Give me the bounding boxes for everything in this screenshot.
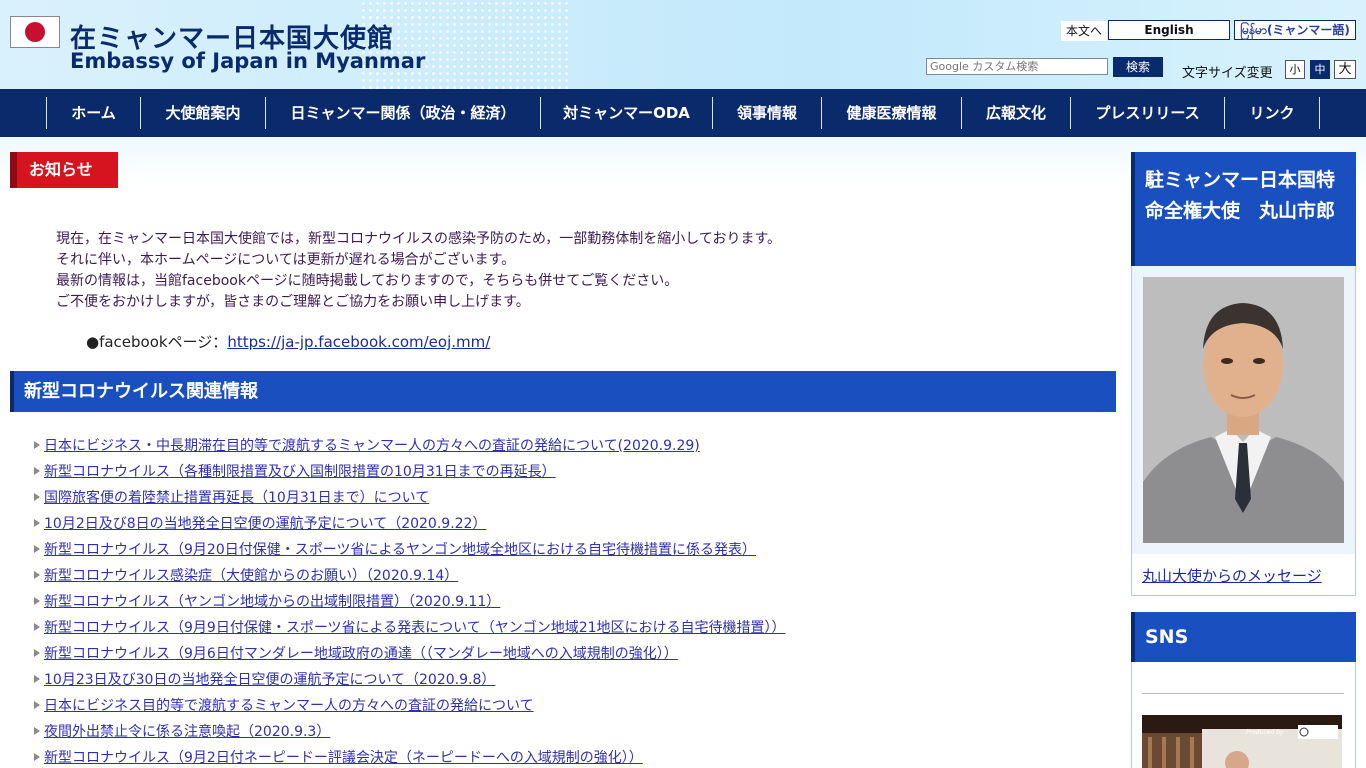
video-caption-text: Produced by	[1246, 729, 1284, 736]
bullet-arrow-icon	[34, 571, 40, 579]
nav-item-relations[interactable]: 日ミャンマー関係（政治・経済）	[265, 97, 540, 129]
facebook-link[interactable]: https://ja-jp.facebook.com/eoj.mm/	[227, 333, 490, 351]
list-item: 10月2日及び8日の当地発全日空便の運航予定について（2020.9.22）	[34, 510, 786, 536]
news-link[interactable]: 新型コロナウイルス（各種制限措置及び入国制限措置の10月31日までの再延長）	[44, 461, 556, 481]
list-item: 10月23日及び30日の当地発全日空便の運航予定について（2020.9.8）	[34, 666, 786, 692]
covid-section-heading: 新型コロナウイルス関連情報	[10, 371, 1116, 412]
bullet-arrow-icon	[34, 753, 40, 761]
main-nav: ホーム 大使館案内 日ミャンマー関係（政治・経済） 対ミャンマーODA 領事情報…	[0, 89, 1366, 137]
ambassador-heading: 駐ミャンマー日本国特命全権大使 丸山市郎	[1131, 152, 1356, 266]
bullet-arrow-icon	[34, 701, 40, 709]
font-size-medium-button[interactable]: 中	[1310, 60, 1330, 79]
font-size-small-button[interactable]: 小	[1285, 60, 1305, 79]
search-button[interactable]: 検索	[1113, 57, 1163, 77]
bullet-arrow-icon	[34, 493, 40, 501]
news-link[interactable]: 新型コロナウイルス（9月20日付保健・スポーツ省によるヤンゴン地域全地区における…	[44, 539, 756, 559]
bullet-arrow-icon	[34, 597, 40, 605]
list-item: 日本にビジネス・中長期滞在目的等で渡航するミャンマー人の方々への査証の発給につい…	[34, 432, 786, 458]
ambassador-message-link[interactable]: 丸山大使からのメッセージ	[1142, 565, 1322, 586]
bullet-arrow-icon	[34, 675, 40, 683]
nav-item-health[interactable]: 健康医療情報	[821, 97, 961, 129]
list-item: 新型コロナウイルス（9月9日付保健・スポーツ省による発表について（ヤンゴン地域2…	[34, 614, 786, 640]
site-header: 在ミャンマー日本国大使館 Embassy of Japan in Myanmar…	[0, 0, 1366, 89]
bullet-arrow-icon	[34, 623, 40, 631]
news-link[interactable]: 新型コロナウイルス（9月9日付保健・スポーツ省による発表について（ヤンゴン地域2…	[44, 617, 786, 637]
site-subtitle[interactable]: Embassy of Japan in Myanmar	[70, 49, 425, 73]
bullet-arrow-icon	[34, 519, 40, 527]
list-item: 日本にビジネス目的等で渡航するミャンマー人の方々への査証の発給について	[34, 692, 786, 718]
list-item: 新型コロナウイルス（ヤンゴン地域からの出域制限措置）（2020.9.11）	[34, 588, 786, 614]
skip-to-content-link[interactable]: 本文へ	[1061, 21, 1108, 41]
nav-item-oda[interactable]: 対ミャンマーODA	[540, 97, 712, 129]
bullet-arrow-icon	[34, 727, 40, 735]
news-link[interactable]: 夜間外出禁止令に係る注意喚起（2020.9.3）	[44, 721, 330, 741]
news-link[interactable]: 新型コロナウイルス感染症（大使館からのお願い）（2020.9.14）	[44, 565, 458, 585]
japan-flag-icon	[10, 16, 60, 48]
news-link[interactable]: 新型コロナウイルス（9月2日付ネーピードー評議会決定（ネーピードーへの入域規制の…	[44, 747, 643, 767]
notice-heading: お知らせ	[10, 152, 118, 188]
ambassador-portrait-illustration	[1143, 277, 1344, 543]
list-item: 新型コロナウイルス（9月6日付マンダレー地域政府の通達（（マンダレー地域への入域…	[34, 640, 786, 666]
font-size-large-button[interactable]: 大	[1334, 60, 1356, 79]
nav-item-culture[interactable]: 広報文化	[961, 97, 1070, 129]
news-link[interactable]: 日本にビジネス目的等で渡航するミャンマー人の方々への査証の発給について	[44, 695, 534, 715]
notice-line: それに伴い，本ホームページについては更新が遅れる場合がございます。	[56, 252, 516, 268]
facebook-link-row: ●facebookページ：https://ja-jp.facebook.com/…	[86, 331, 490, 352]
notice-line: 最新の情報は，当館facebookページに随時掲載しておりますので，そちらも併せ…	[56, 273, 679, 289]
bullet-arrow-icon	[34, 545, 40, 553]
news-link[interactable]: 10月23日及び30日の当地発全日空便の運航予定について（2020.9.8）	[44, 669, 495, 689]
notice-line: 現在，在ミャンマー日本国大使館では，新型コロナウイルスの感染予防のため，一部勤務…	[56, 231, 782, 247]
ambassador-photo[interactable]	[1143, 277, 1344, 543]
sns-divider	[1142, 693, 1344, 694]
nav-item-press[interactable]: プレスリリース	[1070, 97, 1224, 129]
facebook-label: ●facebookページ：	[86, 333, 228, 351]
news-link[interactable]: 日本にビジネス・中長期滞在目的等で渡航するミャンマー人の方々への査証の発給につい…	[44, 435, 700, 455]
nav-item-consular[interactable]: 領事情報	[712, 97, 821, 129]
notice-line: ご不便をおかけしますが，皆さまのご理解とご協力をお願い申し上げます。	[56, 294, 530, 310]
list-item: 新型コロナウイルス（9月20日付保健・スポーツ省によるヤンゴン地域全地区における…	[34, 536, 786, 562]
bullet-arrow-icon	[34, 649, 40, 657]
sns-video-thumbnail[interactable]: Produced by	[1142, 715, 1342, 768]
nav-item-home[interactable]: ホーム	[46, 97, 140, 129]
bullet-arrow-icon	[34, 467, 40, 475]
list-item: 新型コロナウイルス（9月2日付ネーピードー評議会決定（ネーピードーへの入域規制の…	[34, 744, 786, 768]
list-item: 新型コロナウイルス感染症（大使館からのお願い）（2020.9.14）	[34, 562, 786, 588]
video-thumbnail-illustration: Produced by	[1142, 715, 1342, 768]
nav-item-links[interactable]: リンク	[1224, 97, 1320, 129]
sns-heading: SNS	[1131, 612, 1356, 662]
news-link[interactable]: 国際旅客便の着陸禁止措置再延長（10月31日まで）について	[44, 487, 429, 507]
news-link[interactable]: 10月2日及び8日の当地発全日空便の運航予定について（2020.9.22）	[44, 513, 486, 533]
lang-myanmar-button[interactable]: မြန်မာ(ミャンマー語)	[1234, 20, 1356, 40]
nav-item-embassy[interactable]: 大使館案内	[140, 97, 265, 129]
lang-english-button[interactable]: English	[1108, 20, 1230, 40]
font-size-label: 文字サイズ変更	[1182, 66, 1273, 81]
search-input[interactable]	[926, 58, 1108, 75]
list-item: 新型コロナウイルス（各種制限措置及び入国制限措置の10月31日までの再延長）	[34, 458, 786, 484]
list-item: 国際旅客便の着陸禁止措置再延長（10月31日まで）について	[34, 484, 786, 510]
news-link[interactable]: 新型コロナウイルス（ヤンゴン地域からの出域制限措置）（2020.9.11）	[44, 591, 500, 611]
bullet-arrow-icon	[34, 441, 40, 449]
news-link[interactable]: 新型コロナウイルス（9月6日付マンダレー地域政府の通達（（マンダレー地域への入域…	[44, 643, 678, 663]
list-item: 夜間外出禁止令に係る注意喚起（2020.9.3）	[34, 718, 786, 744]
covid-news-list: 日本にビジネス・中長期滞在目的等で渡航するミャンマー人の方々への査証の発給につい…	[34, 432, 786, 768]
